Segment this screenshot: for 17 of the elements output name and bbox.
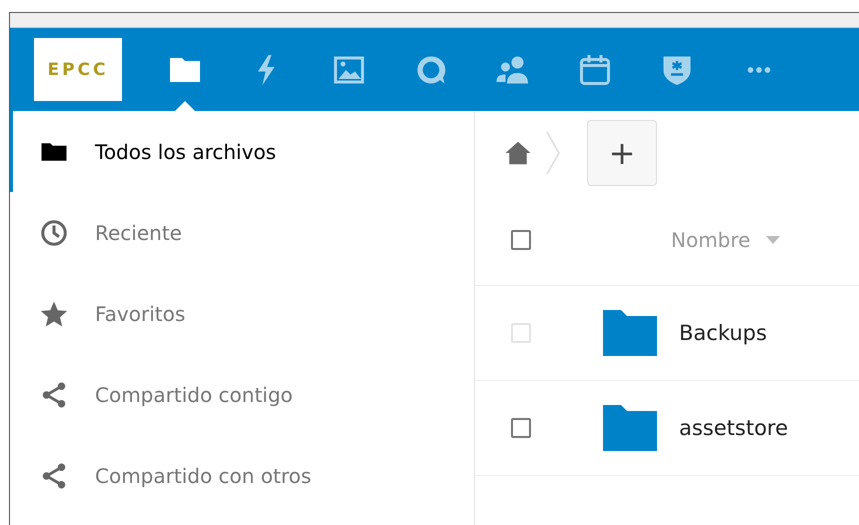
clock-icon [39,218,69,248]
select-all-checkbox[interactable] [511,230,531,250]
file-name[interactable]: Backups [679,321,767,345]
row-checkbox[interactable] [511,418,531,438]
more-icon [747,66,771,74]
file-row[interactable]: assetstore [475,381,859,476]
folder-icon [603,405,657,451]
sidebar-item[interactable]: Favoritos [10,273,474,354]
sidebar-item[interactable]: Todos los archivos [10,111,474,192]
file-row[interactable]: Backups [475,286,859,381]
sidebar-item[interactable]: Reciente [10,192,474,273]
new-button[interactable]: + [587,120,657,186]
sidebar-item[interactable]: Compartido contigo [10,354,474,435]
file-name[interactable]: assetstore [679,416,788,440]
sidebar-item[interactable]: Compartido con otros [10,435,474,516]
breadcrumb-separator-icon [545,130,561,176]
folder-icon [603,310,657,356]
